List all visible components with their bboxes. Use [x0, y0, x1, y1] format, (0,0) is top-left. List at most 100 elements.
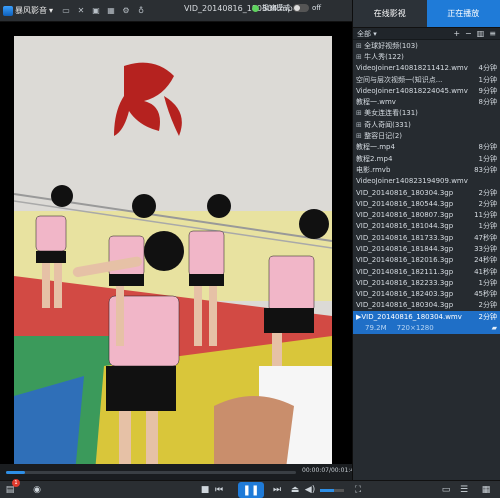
playlist-item[interactable]: VID_20140816_181733.3gp 47秒钟	[353, 232, 500, 243]
playlist-group[interactable]: 牛人秀(122)	[353, 51, 500, 62]
item-duration: 1分钟	[478, 154, 497, 163]
playlist-item[interactable]: VID_20140816_180304.3gp 2分钟	[353, 187, 500, 198]
item-duration: 8分钟	[478, 98, 497, 107]
playlist-item[interactable]: VideoJoiner140818224045.wmv 9分钟	[353, 85, 500, 96]
file-size: 79.2M	[365, 324, 387, 333]
notification-badge: 1	[12, 479, 20, 487]
folder-icon[interactable]: ▰	[492, 324, 497, 332]
video-picture	[14, 36, 332, 464]
next-icon[interactable]: ⏭	[272, 484, 282, 496]
playlist-item[interactable]: 教程一.wmv 8分钟	[353, 96, 500, 107]
item-duration: 1分钟	[478, 222, 497, 231]
item-duration: 9分钟	[478, 86, 497, 95]
eye-icon[interactable]: ◉	[28, 484, 46, 496]
item-name: 电影.rmvb	[356, 165, 391, 174]
pause-button[interactable]: ❚❚	[238, 482, 264, 498]
screen-icon[interactable]: ▭	[60, 5, 72, 17]
settings-icon[interactable]: ⚙	[120, 5, 132, 17]
film-icon[interactable]: ▦	[105, 5, 117, 17]
add-icon[interactable]: +	[453, 29, 460, 38]
app-logo[interactable]: 暴风影音 ▾	[0, 5, 57, 16]
time-readout: 00:00:07/00:01:46	[302, 467, 358, 474]
item-name: 教程一.wmv	[356, 98, 396, 107]
toggle-state-label: off	[312, 4, 322, 12]
item-duration: 83分钟	[474, 165, 497, 174]
playlist-item[interactable]: VideoJoiner140818211412.wmv 4分钟	[353, 63, 500, 74]
item-duration: 8分钟	[478, 143, 497, 152]
pin-icon[interactable]: ♁	[135, 5, 147, 17]
playlist-item[interactable]: ▶ VID_20140816_180304.wmv 2分钟	[353, 311, 500, 323]
logo-icon	[3, 5, 13, 16]
item-duration: 2分钟	[478, 312, 497, 321]
item-duration: 47秒钟	[474, 233, 497, 242]
stop-icon[interactable]: ■	[200, 484, 210, 496]
item-name: VideoJoiner140823194909.wmv	[356, 177, 468, 186]
previous-icon[interactable]: ⏮	[214, 484, 224, 496]
mute-icon[interactable]: ✕	[75, 5, 87, 17]
playlist-item[interactable]: VID_20140816_182233.3gp 1分钟	[353, 277, 500, 288]
item-name: 全球好视频(103)	[356, 41, 493, 51]
item-name: 美女连连看(131)	[356, 108, 493, 118]
item-name: VID_20140816_182111.3gp	[356, 267, 454, 276]
item-duration: 33分钟	[474, 244, 497, 253]
tab-now-playing[interactable]: 正在播放	[426, 0, 500, 27]
playlist-item[interactable]: VID_20140816_181044.3gp 1分钟	[353, 221, 500, 232]
playlist-item[interactable]: VID_20140816_180304.3gp 2分钟	[353, 300, 500, 311]
playlist-group[interactable]: 美女连连看(131)	[353, 108, 500, 119]
playlist-item[interactable]: VID_20140816_181844.3gp 33分钟	[353, 243, 500, 254]
seek-bar[interactable]: 00:00:07/00:01:46	[0, 464, 358, 480]
list-icon[interactable]: ☰	[458, 484, 470, 496]
item-duration: 2分钟	[478, 301, 497, 310]
volume-slider[interactable]	[320, 489, 344, 492]
more-icon[interactable]: ≡	[489, 29, 496, 38]
item-name: VID_20140816_181844.3gp	[356, 244, 454, 253]
monitor-icon[interactable]: ▣	[90, 5, 102, 17]
playlist-item[interactable]: 教程一.mp4 8分钟	[353, 142, 500, 153]
video-frame	[14, 36, 332, 464]
fullscreen-icon[interactable]: ⛶	[352, 484, 364, 496]
video-area[interactable]	[0, 22, 352, 464]
resolution: 720×1280	[396, 324, 434, 333]
item-name: VID_20140816_180807.3gp	[356, 211, 454, 220]
filter-dropdown[interactable]: 全部 ▾	[357, 29, 377, 39]
title-bar: 暴风影音 ▾ ▭ ✕ ▣ ▦ ⚙ ♁ VID_20140816_180304.m…	[0, 0, 352, 22]
tab-online-video[interactable]: 在线影视	[353, 0, 427, 27]
volume-icon[interactable]: ◀)	[304, 484, 316, 496]
playlist-item[interactable]: VID_20140816_182111.3gp 41秒钟	[353, 266, 500, 277]
playlist-item[interactable]: 电影.rmvb 83分钟	[353, 164, 500, 175]
item-duration: 1分钟	[478, 75, 497, 84]
item-duration: 4分钟	[478, 64, 497, 73]
item-duration: 2分钟	[478, 188, 497, 197]
playlist-panel: 在线影视 正在播放 全部 ▾ + − ▥ ≡ 全球好视频(103)牛人秀(122…	[352, 0, 500, 480]
playlist-item[interactable]: 空间与层次视频一(知识点... 1分钟	[353, 74, 500, 85]
seek-track[interactable]	[6, 471, 296, 474]
item-name: VID_20140816_181733.3gp	[356, 233, 454, 242]
playlist-item[interactable]: VID_20140816_180807.3gp 11分钟	[353, 209, 500, 220]
item-name: 整容日记(2)	[356, 131, 493, 141]
playlist-item[interactable]: 教程2.mp4 1分钟	[353, 153, 500, 164]
toggle-switch[interactable]	[293, 4, 309, 12]
item-name: VideoJoiner140818211412.wmv	[356, 64, 468, 73]
playlist-item[interactable]: VID_20140816_180544.3gp 2分钟	[353, 198, 500, 209]
item-name: VID_20140816_180544.3gp	[356, 199, 454, 208]
item-duration: 11分钟	[474, 211, 497, 220]
eject-icon[interactable]: ⏏	[290, 484, 300, 496]
item-name: 空间与层次视频一(知识点...	[356, 75, 443, 84]
item-name: VID_20140816_181044.3gp	[356, 222, 454, 231]
playlist[interactable]: 全球好视频(103)牛人秀(122)VideoJoiner14081821141…	[353, 40, 500, 480]
playlist-item[interactable]: VID_20140816_182016.3gp 24秒钟	[353, 255, 500, 266]
playlist-group[interactable]: 整容日记(2)	[353, 130, 500, 141]
playlist-item[interactable]: VideoJoiner140823194909.wmv	[353, 176, 500, 187]
playlist-group[interactable]: 奇人奇闻(331)	[353, 119, 500, 130]
speed-mode-toggle[interactable]: 极速模式 off	[252, 3, 321, 13]
tools-icon[interactable]: ▦	[480, 484, 492, 496]
remove-icon[interactable]: −	[465, 29, 472, 38]
item-name: VID_20140816_182016.3gp	[356, 256, 454, 265]
delete-icon[interactable]: ▥	[477, 29, 485, 38]
item-name: 教程一.mp4	[356, 143, 395, 152]
item-name: VideoJoiner140818224045.wmv	[356, 86, 468, 95]
layout-icon[interactable]: ▭	[440, 484, 452, 496]
playlist-item[interactable]: VID_20140816_182403.3gp 45秒钟	[353, 289, 500, 300]
item-duration: 2分钟	[478, 199, 497, 208]
playlist-group[interactable]: 全球好视频(103)	[353, 40, 500, 51]
